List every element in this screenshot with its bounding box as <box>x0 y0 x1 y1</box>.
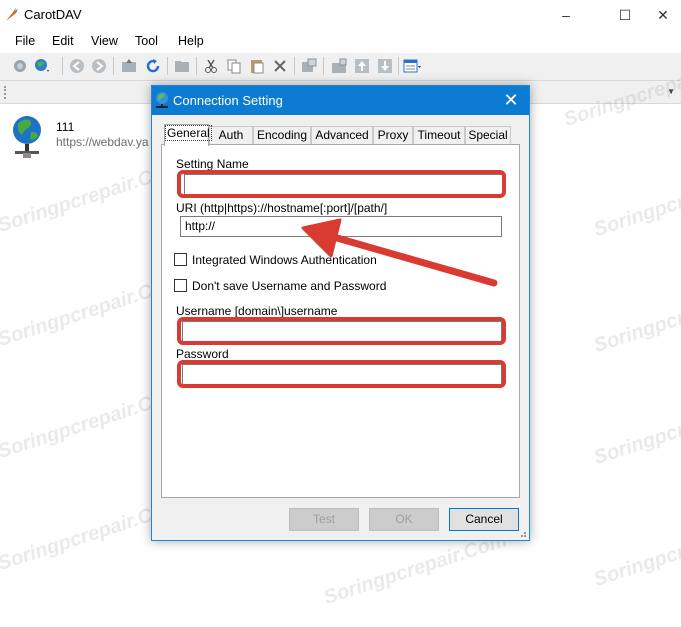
globe-network-icon <box>156 92 168 108</box>
menu-view[interactable]: View <box>91 34 118 48</box>
test-button[interactable]: Test <box>289 508 359 531</box>
copy-icon[interactable] <box>225 57 243 75</box>
integrated-auth-label: Integrated Windows Authentication <box>192 253 377 267</box>
close-button[interactable]: ✕ <box>640 0 681 30</box>
entry-name[interactable]: 111 <box>56 120 74 134</box>
app-titlebar[interactable]: CarotDAV – ☐ ✕ <box>0 0 681 30</box>
uri-label: URI (http|https)://hostname[:port]/[path… <box>176 201 388 215</box>
tab-proxy[interactable]: Proxy <box>373 126 413 145</box>
highlight-box <box>177 360 506 388</box>
general-tab-panel: Setting Name URI (http|https)://hostname… <box>161 144 520 498</box>
dialog-title: Connection Setting <box>173 93 283 108</box>
menu-tool[interactable]: Tool <box>135 34 158 48</box>
highlight-box <box>177 317 506 345</box>
setting-name-label: Setting Name <box>176 157 249 171</box>
tab-encoding[interactable]: Encoding <box>253 126 311 145</box>
minimize-button[interactable]: – <box>543 0 589 30</box>
connect-icon[interactable] <box>11 57 29 75</box>
username-label: Username [domain\]username <box>176 304 338 318</box>
password-label: Password <box>176 347 229 361</box>
uri-input[interactable]: http:// <box>180 216 502 237</box>
menu-file[interactable]: File <box>15 34 35 48</box>
grip-handle[interactable] <box>4 86 6 99</box>
address-dropdown-icon[interactable]: ▼ <box>667 87 675 96</box>
dont-save-label: Don't save Username and Password <box>192 279 387 293</box>
integrated-auth-checkbox[interactable] <box>174 253 187 266</box>
toolbar <box>0 53 681 80</box>
delete-icon[interactable] <box>271 57 289 75</box>
refresh-icon[interactable] <box>144 57 162 75</box>
resize-grip-icon[interactable] <box>517 528 527 538</box>
cancel-button[interactable]: Cancel <box>449 508 519 531</box>
tab-general[interactable]: General <box>164 124 212 146</box>
connection-setting-dialog: Connection Setting ✕ General Auth Encodi… <box>151 85 530 541</box>
new-folder-icon[interactable] <box>173 57 191 75</box>
forward-icon[interactable] <box>90 57 108 75</box>
entry-url: https://webdav.ya <box>56 135 149 149</box>
upload-folder-icon[interactable] <box>330 57 348 75</box>
view-mode-dropdown-icon[interactable] <box>403 57 421 75</box>
menu-help[interactable]: Help <box>178 34 204 48</box>
up-folder-icon[interactable] <box>120 57 138 75</box>
dont-save-checkbox[interactable] <box>174 279 187 292</box>
highlight-box <box>177 170 506 198</box>
ok-button[interactable]: OK <box>369 508 439 531</box>
tab-advanced[interactable]: Advanced <box>311 126 373 145</box>
cut-icon[interactable] <box>202 57 220 75</box>
dialog-close-button[interactable]: ✕ <box>499 89 523 111</box>
properties-icon[interactable] <box>300 57 318 75</box>
globe-dropdown-icon[interactable] <box>33 57 51 75</box>
menu-bar: File Edit View Tool Help <box>0 30 681 52</box>
paste-icon[interactable] <box>248 57 266 75</box>
back-icon[interactable] <box>68 57 86 75</box>
carrot-app-icon <box>6 7 18 21</box>
menu-edit[interactable]: Edit <box>52 34 74 48</box>
upload-icon[interactable] <box>353 57 371 75</box>
tab-auth[interactable]: Auth <box>209 126 253 145</box>
download-icon[interactable] <box>376 57 394 75</box>
dialog-titlebar[interactable]: Connection Setting ✕ <box>152 86 529 115</box>
globe-network-icon <box>13 116 41 158</box>
tab-special[interactable]: Special <box>465 126 511 145</box>
app-title: CarotDAV <box>24 7 82 22</box>
tab-timeout[interactable]: Timeout <box>413 126 465 145</box>
